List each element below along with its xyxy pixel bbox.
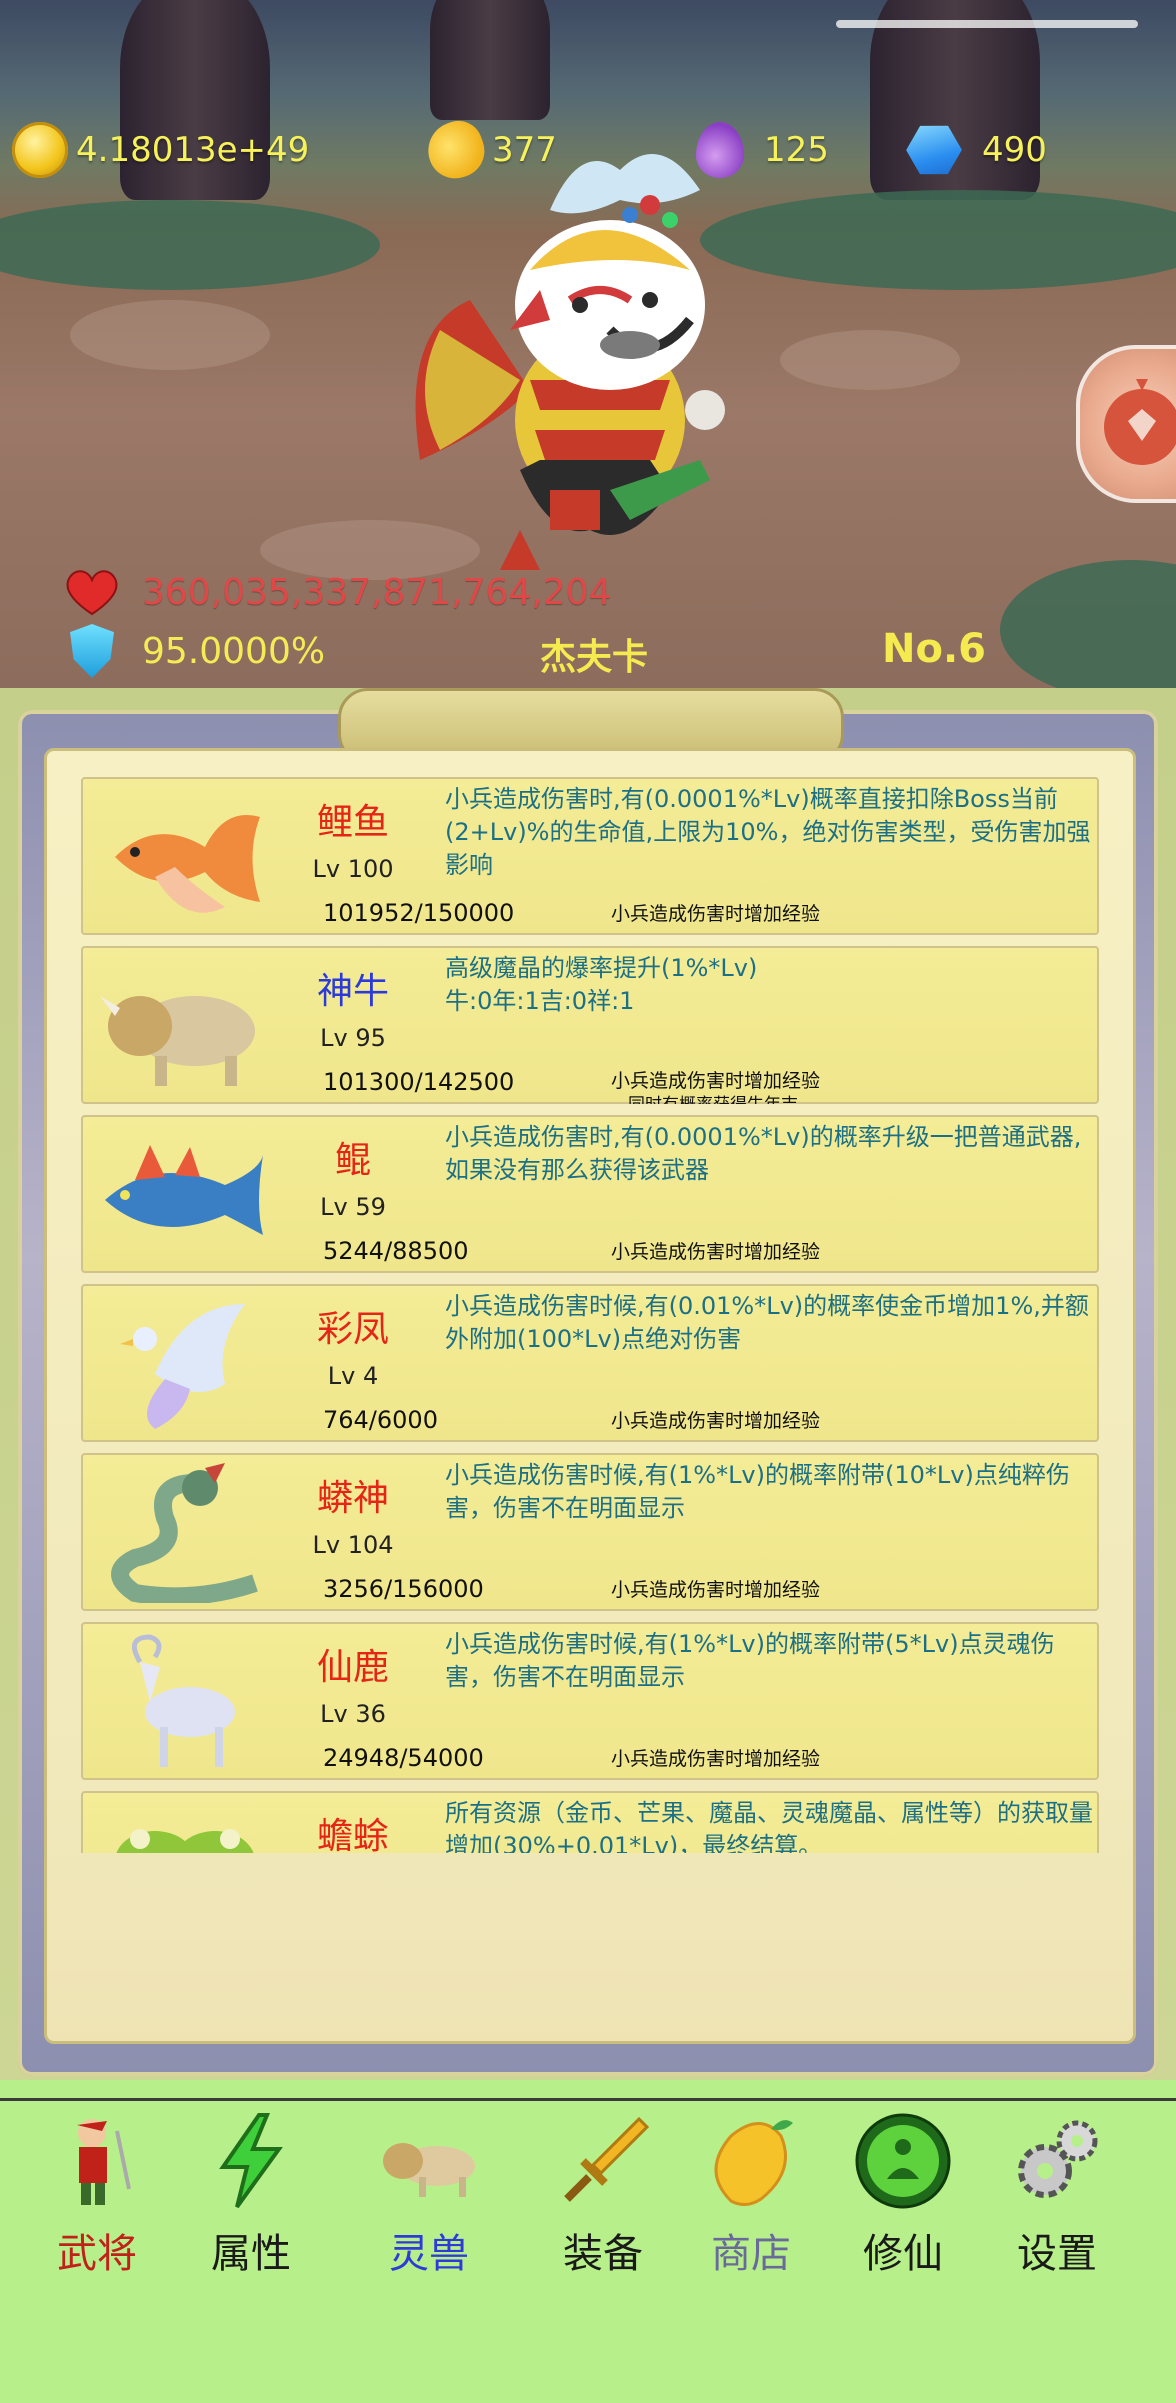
beast-exp: 101952/150000 xyxy=(323,899,515,927)
beast-exp: 5244/88500 xyxy=(323,1237,469,1265)
beast-level: Lv 100 xyxy=(312,855,394,883)
beast-icon xyxy=(383,2143,475,2197)
beast-exp-note: 小兵造成伤害时增加经验 xyxy=(611,1410,821,1432)
boss-armor-row: 95.0000% xyxy=(70,624,325,678)
boss-name: 杰夫卡 xyxy=(540,637,649,678)
gold-value: 4.18013e+49 xyxy=(76,130,310,170)
nav-label: 属性 xyxy=(211,2231,291,2277)
beast-exp-note: 小兵造成伤害时增加经验 xyxy=(611,1241,821,1263)
panel-paper: 鲤鱼 Lv 100 101952/150000 小兵造成伤害时,有(0.0001… xyxy=(44,748,1136,2044)
beast-level: Lv 95 xyxy=(320,1024,386,1052)
beast-level: Lv 59 xyxy=(320,1193,386,1221)
beast-level: Lv 4 xyxy=(327,1362,379,1390)
blue-gem-icon xyxy=(896,112,972,188)
home-indicator xyxy=(836,20,1138,28)
stage-number: No.6 xyxy=(882,626,986,672)
beast-level: Lv 104 xyxy=(312,1531,394,1559)
warrior-icon xyxy=(77,2119,131,2205)
beast-description: 高级魔晶的爆率提升(1%*Lv) 牛:0年:1吉:0祥:1 xyxy=(445,954,758,1015)
beast-exp: 24948/54000 xyxy=(323,1744,484,1772)
beast-card-deer[interactable]: 仙鹿 Lv 36 24948/54000 小兵造成伤害时候,有(1%*Lv)的概… xyxy=(81,1622,1099,1780)
beast-exp-note: 小兵造成伤害时增加经验 xyxy=(611,1070,821,1092)
nav-label: 灵兽 xyxy=(389,2231,469,2277)
beast-name: 鲤鱼 xyxy=(316,802,389,843)
nav-label: 装备 xyxy=(563,2231,643,2277)
shield-icon xyxy=(70,624,114,678)
beast-name: 神牛 xyxy=(316,971,389,1012)
nav-shop[interactable]: 商店 xyxy=(676,2111,826,2279)
nav-label: 武将 xyxy=(57,2231,137,2277)
nav-equipment[interactable]: 装备 xyxy=(528,2111,678,2279)
gear-icon xyxy=(1018,2120,1098,2198)
nav-settings[interactable]: 设置 xyxy=(982,2111,1132,2279)
grass-patch xyxy=(1000,560,1176,688)
beast-card-phoenix[interactable]: 彩凤 Lv 4 764/6000 小兵造成伤害时候,有(0.01%*Lv)的概率… xyxy=(81,1284,1099,1442)
beast-card-ox[interactable]: 神牛 Lv 95 101300/142500 高级魔晶的爆率提升(1%*Lv) … xyxy=(81,946,1099,1104)
beast-card-carp[interactable]: 鲤鱼 Lv 100 101952/150000 小兵造成伤害时,有(0.0001… xyxy=(81,777,1099,935)
nav-spirit-beasts[interactable]: 灵兽 xyxy=(354,2111,504,2279)
beast-card-python[interactable]: 蟒神 Lv 104 3256/156000 小兵造成伤害时候,有(1%*Lv)的… xyxy=(81,1453,1099,1611)
beast-card-toad[interactable]: 蟾蜍 所有资源（金币、芒果、魔晶、灵魂魔晶、属性等）的获取量增加(30%+0.0… xyxy=(81,1791,1099,1853)
beast-card-kun[interactable]: 鲲 Lv 59 5244/88500 小兵造成伤害时,有(0.0001%*Lv)… xyxy=(81,1115,1099,1273)
deer-icon xyxy=(131,1634,235,1767)
battle-scene: 4.18013e+49 377 125 490 360,035,337,871,… xyxy=(0,0,1176,688)
serpent-icon xyxy=(111,1463,258,1603)
nav-label: 修仙 xyxy=(863,2231,943,2277)
nav-generals[interactable]: 武将 xyxy=(22,2111,172,2279)
bottom-nav: 武将 属性 灵兽 装备 商店 修仙 设置 xyxy=(0,2098,1176,2403)
carp-icon xyxy=(115,815,260,913)
gem-counter: 490 xyxy=(906,120,1047,180)
beast-description: 小兵造成伤害时候,有(1%*Lv)的概率附带(5*Lv)点灵魂伤害，伤害不在明面… xyxy=(445,1630,1055,1691)
beast-description: 小兵造成伤害时,有(0.0001%*Lv)概率直接扣除Boss当前(2+Lv)%… xyxy=(445,785,1091,879)
beast-exp-note: 小兵造成伤害时增加经验 xyxy=(611,1748,821,1770)
beast-name: 鲲 xyxy=(334,1140,371,1181)
beast-exp-note: 小兵造成伤害时增加经验 xyxy=(611,1579,821,1601)
meditation-icon xyxy=(855,2113,951,2209)
beast-extra-note: ，同时有概率获得牛年吉 xyxy=(611,1090,798,1104)
ground-stone xyxy=(70,300,270,370)
beast-description: 小兵造成伤害时候,有(1%*Lv)的概率附带(10*Lv)点纯粹伤害，伤害不在明… xyxy=(445,1461,1070,1522)
beast-description: 小兵造成伤害时,有(0.0001%*Lv)的概率升级一把普通武器,如果没有那么获… xyxy=(445,1123,1082,1184)
ground-stone xyxy=(780,330,960,390)
beast-name: 仙鹿 xyxy=(316,1647,389,1688)
beast-exp: 764/6000 xyxy=(323,1406,438,1434)
beast-name: 蟾蜍 xyxy=(316,1816,389,1853)
beast-list[interactable]: 鲤鱼 Lv 100 101952/150000 小兵造成伤害时,有(0.0001… xyxy=(81,777,1101,1853)
toad-icon xyxy=(116,1829,254,1853)
tree-trunk xyxy=(430,0,550,120)
beast-name: 蟒神 xyxy=(316,1478,389,1519)
nav-cultivation[interactable]: 修仙 xyxy=(828,2111,978,2279)
ox-icon xyxy=(100,996,255,1086)
beast-description: 小兵造成伤害时候,有(0.01%*Lv)的概率使金币增加1%,并额外附加(100… xyxy=(445,1292,1089,1353)
grass-patch xyxy=(0,200,380,290)
nav-attributes[interactable]: 属性 xyxy=(176,2111,326,2279)
phoenix-icon xyxy=(120,1304,245,1429)
boss-armor-value: 95.0000% xyxy=(142,630,326,672)
beast-name: 彩凤 xyxy=(316,1309,389,1350)
mango-icon xyxy=(714,2120,793,2206)
side-menu-button[interactable] xyxy=(1076,345,1176,503)
boss-character[interactable] xyxy=(400,130,780,600)
boss-hp-value: 360,035,337,871,764,204 xyxy=(142,571,612,613)
beast-exp: 3256/156000 xyxy=(323,1575,484,1603)
nav-label: 商店 xyxy=(711,2231,791,2277)
nav-label: 设置 xyxy=(1017,2231,1097,2277)
kun-fish-icon xyxy=(105,1145,263,1235)
boss-hp-row: 360,035,337,871,764,204 xyxy=(64,568,612,616)
beast-level: Lv 36 xyxy=(320,1700,386,1728)
beast-exp-note: 小兵造成伤害时增加经验 xyxy=(611,903,821,925)
lightning-icon xyxy=(219,2113,283,2209)
beast-exp: 101300/142500 xyxy=(323,1068,515,1096)
spirit-beast-panel: 鲤鱼 Lv 100 101952/150000 小兵造成伤害时,有(0.0001… xyxy=(0,688,1176,2080)
tomato-icon xyxy=(1104,379,1176,465)
sword-icon xyxy=(564,2116,650,2202)
gold-coin-icon xyxy=(12,122,68,178)
gold-counter: 4.18013e+49 xyxy=(12,120,309,180)
beast-description: 所有资源（金币、芒果、魔晶、灵魂魔晶、属性等）的获取量增加(30%+0.01*L… xyxy=(445,1799,1093,1853)
heart-icon xyxy=(66,570,118,616)
gem-value: 490 xyxy=(982,130,1047,170)
